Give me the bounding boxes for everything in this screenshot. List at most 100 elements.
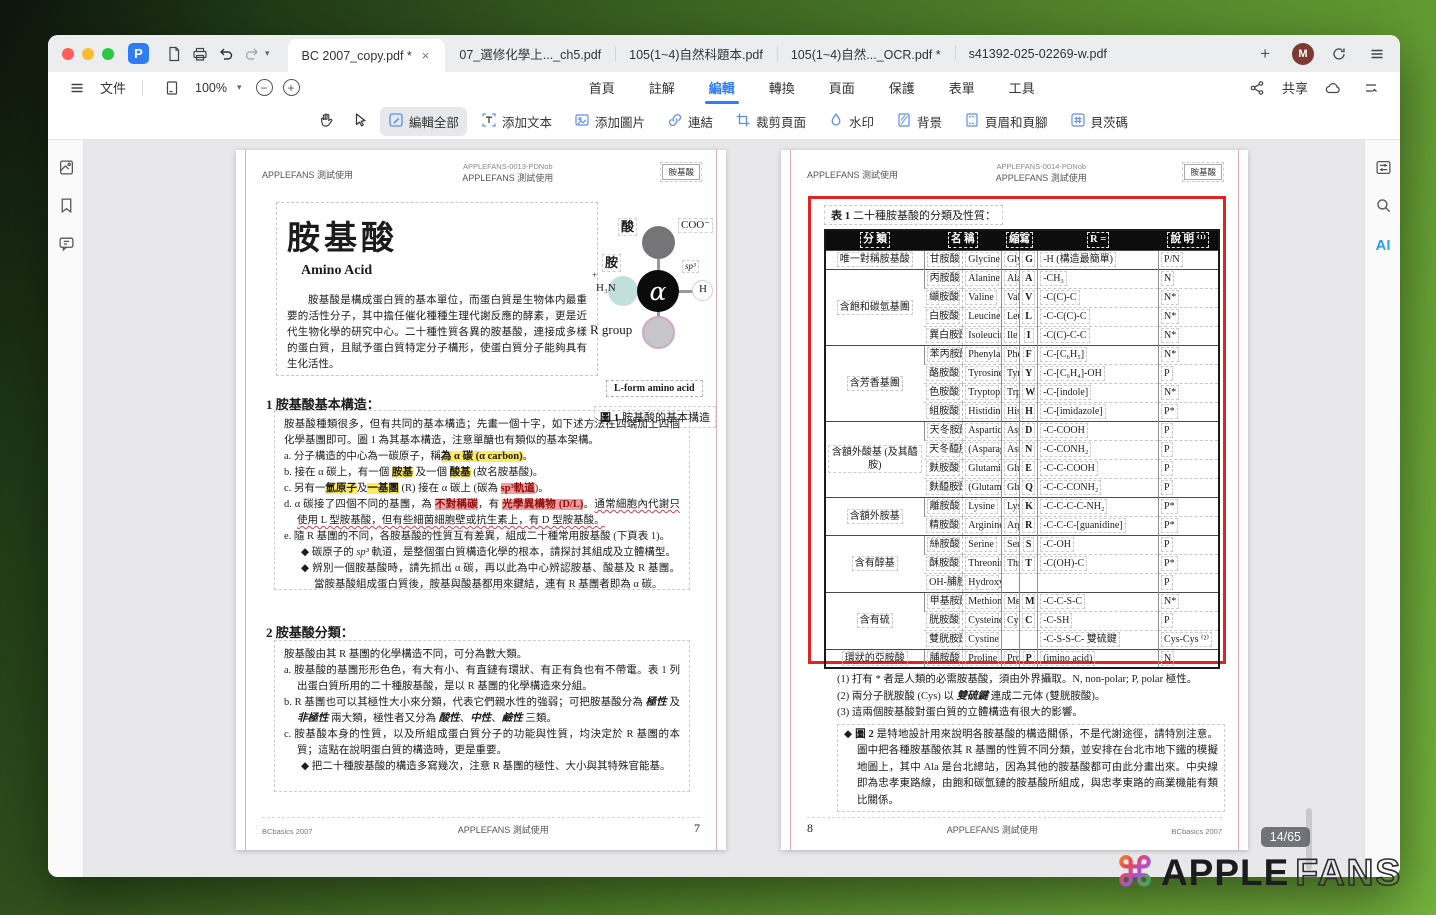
- tool-button-edit-all[interactable]: 編輯全部: [380, 107, 467, 136]
- table-cell[interactable]: Thr: [1001, 554, 1019, 573]
- print-icon[interactable]: [187, 42, 213, 66]
- table-cell[interactable]: 脯胺酸 ⁽³⁾: [924, 649, 963, 668]
- table-cell[interactable]: -C-C-CONH₂: [1038, 478, 1159, 497]
- table-cell[interactable]: Histidine: [963, 402, 1002, 421]
- cursor-tool-button[interactable]: [346, 107, 374, 136]
- tool-button-header-footer[interactable]: 頁眉和頁腳: [956, 107, 1056, 136]
- table-cell[interactable]: 精胺酸: [924, 516, 963, 535]
- hand-tool-button[interactable]: [312, 107, 340, 136]
- table-cell[interactable]: -C-[indole]: [1038, 383, 1159, 402]
- table-cell[interactable]: -C-COOH: [1038, 421, 1159, 440]
- table-cell[interactable]: -C(C)-C: [1038, 288, 1159, 307]
- table-cell[interactable]: -C-C-C-[guanidine]: [1038, 516, 1159, 535]
- table-cell[interactable]: I: [1020, 326, 1038, 345]
- category-cell[interactable]: 含有硫: [825, 592, 924, 649]
- history-dropdown-icon[interactable]: ▾: [265, 48, 270, 59]
- tool-button-watermark[interactable]: 水印: [820, 107, 882, 136]
- new-document-icon[interactable]: [161, 42, 187, 66]
- table-cell[interactable]: N*: [1159, 592, 1219, 611]
- document-tab[interactable]: BC 2007_copy.pdf *×: [288, 39, 446, 72]
- table-cell[interactable]: Arginine: [963, 516, 1002, 535]
- table-cell[interactable]: Asp: [1001, 421, 1019, 440]
- table-cell[interactable]: [1020, 630, 1038, 649]
- category-cell[interactable]: 唯一對稱胺基酸: [825, 250, 924, 269]
- document-tab[interactable]: 07_選修化學上..._ch5.pdf: [445, 39, 615, 68]
- table-cell[interactable]: Pro: [1001, 649, 1019, 668]
- table-cell[interactable]: Proline: [963, 649, 1002, 668]
- pdf-page-8[interactable]: APPLEFANS 測試使用 APPLEFANS-0014-PDNob APPL…: [781, 150, 1248, 850]
- file-menu-icon[interactable]: [64, 76, 90, 100]
- table-cell[interactable]: Ile: [1001, 326, 1019, 345]
- comments-panel-icon[interactable]: [48, 228, 84, 258]
- file-menu-label[interactable]: 文件: [100, 78, 126, 97]
- table-cell[interactable]: Glycine: [963, 250, 1002, 269]
- table-cell[interactable]: [1001, 573, 1019, 592]
- share-label[interactable]: 共享: [1282, 78, 1308, 97]
- table-cell[interactable]: T: [1020, 554, 1038, 573]
- table-cell[interactable]: 酥胺酸: [924, 554, 963, 573]
- table-cell[interactable]: Ala: [1001, 269, 1019, 288]
- tool-button-link[interactable]: 連結: [659, 107, 721, 136]
- table-cell[interactable]: P: [1020, 649, 1038, 668]
- table-cell[interactable]: Gln: [1001, 478, 1019, 497]
- account-avatar[interactable]: M: [1292, 43, 1314, 65]
- cloud-icon[interactable]: [1320, 76, 1346, 100]
- table-cell[interactable]: Cysteine: [963, 611, 1002, 630]
- main-menu-icon[interactable]: [1364, 42, 1390, 66]
- document-tab[interactable]: 105(1~4)自然科題本.pdf: [615, 39, 777, 68]
- table-cell[interactable]: P/N: [1159, 250, 1219, 269]
- table-cell[interactable]: N: [1020, 440, 1038, 459]
- table-cell[interactable]: -C-[C₆H₄]-OH: [1038, 364, 1159, 383]
- table-cell[interactable]: Ser: [1001, 535, 1019, 554]
- table-cell[interactable]: -C-C-S-C: [1038, 592, 1159, 611]
- table-cell[interactable]: [1020, 573, 1038, 592]
- table-cell[interactable]: N*: [1159, 288, 1219, 307]
- table-cell[interactable]: -C-C(C)-C: [1038, 307, 1159, 326]
- ribbon-tab-編輯[interactable]: 編輯: [707, 73, 737, 102]
- table-cell[interactable]: W: [1020, 383, 1038, 402]
- ribbon-tab-頁面[interactable]: 頁面: [827, 73, 857, 102]
- table-cell[interactable]: 纈胺酸: [924, 288, 963, 307]
- table-cell[interactable]: Arg: [1001, 516, 1019, 535]
- table-cell[interactable]: -C-[C₆H₅]: [1038, 345, 1159, 364]
- bookmarks-panel-icon[interactable]: [48, 190, 84, 220]
- table-cell[interactable]: C: [1020, 611, 1038, 630]
- thumbnails-panel-icon[interactable]: [48, 152, 84, 182]
- figure-2-note[interactable]: ◆ 圖 2 是特地設計用來說明各胺基酸的構造關係，不是代謝途徑，請特別注意。圖中…: [837, 724, 1225, 813]
- table-cell[interactable]: Leucine: [963, 307, 1002, 326]
- search-icon[interactable]: [1365, 190, 1400, 220]
- table-cell[interactable]: N*: [1159, 383, 1219, 402]
- table-cell[interactable]: -C-C-COOH: [1038, 459, 1159, 478]
- table-cell[interactable]: Trp: [1001, 383, 1019, 402]
- table-cell[interactable]: -C-CONH₂: [1038, 440, 1159, 459]
- zoom-out-button[interactable]: −: [256, 79, 273, 96]
- table-cell[interactable]: P*: [1159, 516, 1219, 535]
- category-cell[interactable]: 環狀的亞胺酸: [825, 649, 924, 668]
- table-cell[interactable]: D: [1020, 421, 1038, 440]
- new-tab-button[interactable]: +: [1250, 44, 1280, 64]
- table-cell[interactable]: 麩胺酸: [924, 459, 963, 478]
- table-cell[interactable]: Tryptophan: [963, 383, 1002, 402]
- title-block[interactable]: 胺基酸 Amino Acid 胺基酸是構成蛋白質的基本單位，而蛋白質是生物体内最…: [276, 202, 598, 376]
- table-cell[interactable]: (Glutamine): [963, 478, 1002, 497]
- table-cell[interactable]: P*: [1159, 402, 1219, 421]
- ribbon-tab-轉換[interactable]: 轉換: [767, 73, 797, 102]
- table-cell[interactable]: Alanine: [963, 269, 1002, 288]
- ribbon-tab-保護[interactable]: 保護: [887, 73, 917, 102]
- table-cell[interactable]: Serine: [963, 535, 1002, 554]
- table-cell[interactable]: [1038, 573, 1159, 592]
- amino-acid-table[interactable]: 分 類 名 稱 縮寫 R = 說 明 ⁽¹⁾ 唯一對稱胺基酸甘胺酸Glycine…: [824, 229, 1220, 669]
- table-cell[interactable]: P: [1159, 364, 1219, 383]
- table-cell[interactable]: -C-SH: [1038, 611, 1159, 630]
- table-cell[interactable]: 胱胺酸: [924, 611, 963, 630]
- table-cell[interactable]: P: [1159, 611, 1219, 630]
- table-cell[interactable]: S: [1020, 535, 1038, 554]
- table-cell[interactable]: N*: [1159, 326, 1219, 345]
- table-cell[interactable]: Asn: [1001, 440, 1019, 459]
- table-cell[interactable]: Threonine: [963, 554, 1002, 573]
- table-cell[interactable]: Isoleucine: [963, 326, 1002, 345]
- table-cell[interactable]: Leu: [1001, 307, 1019, 326]
- table-cell[interactable]: -C-S-S-C- 雙硫鍵: [1038, 630, 1159, 649]
- table-cell[interactable]: L: [1020, 307, 1038, 326]
- table-cell[interactable]: 天冬醯胺酸: [924, 440, 963, 459]
